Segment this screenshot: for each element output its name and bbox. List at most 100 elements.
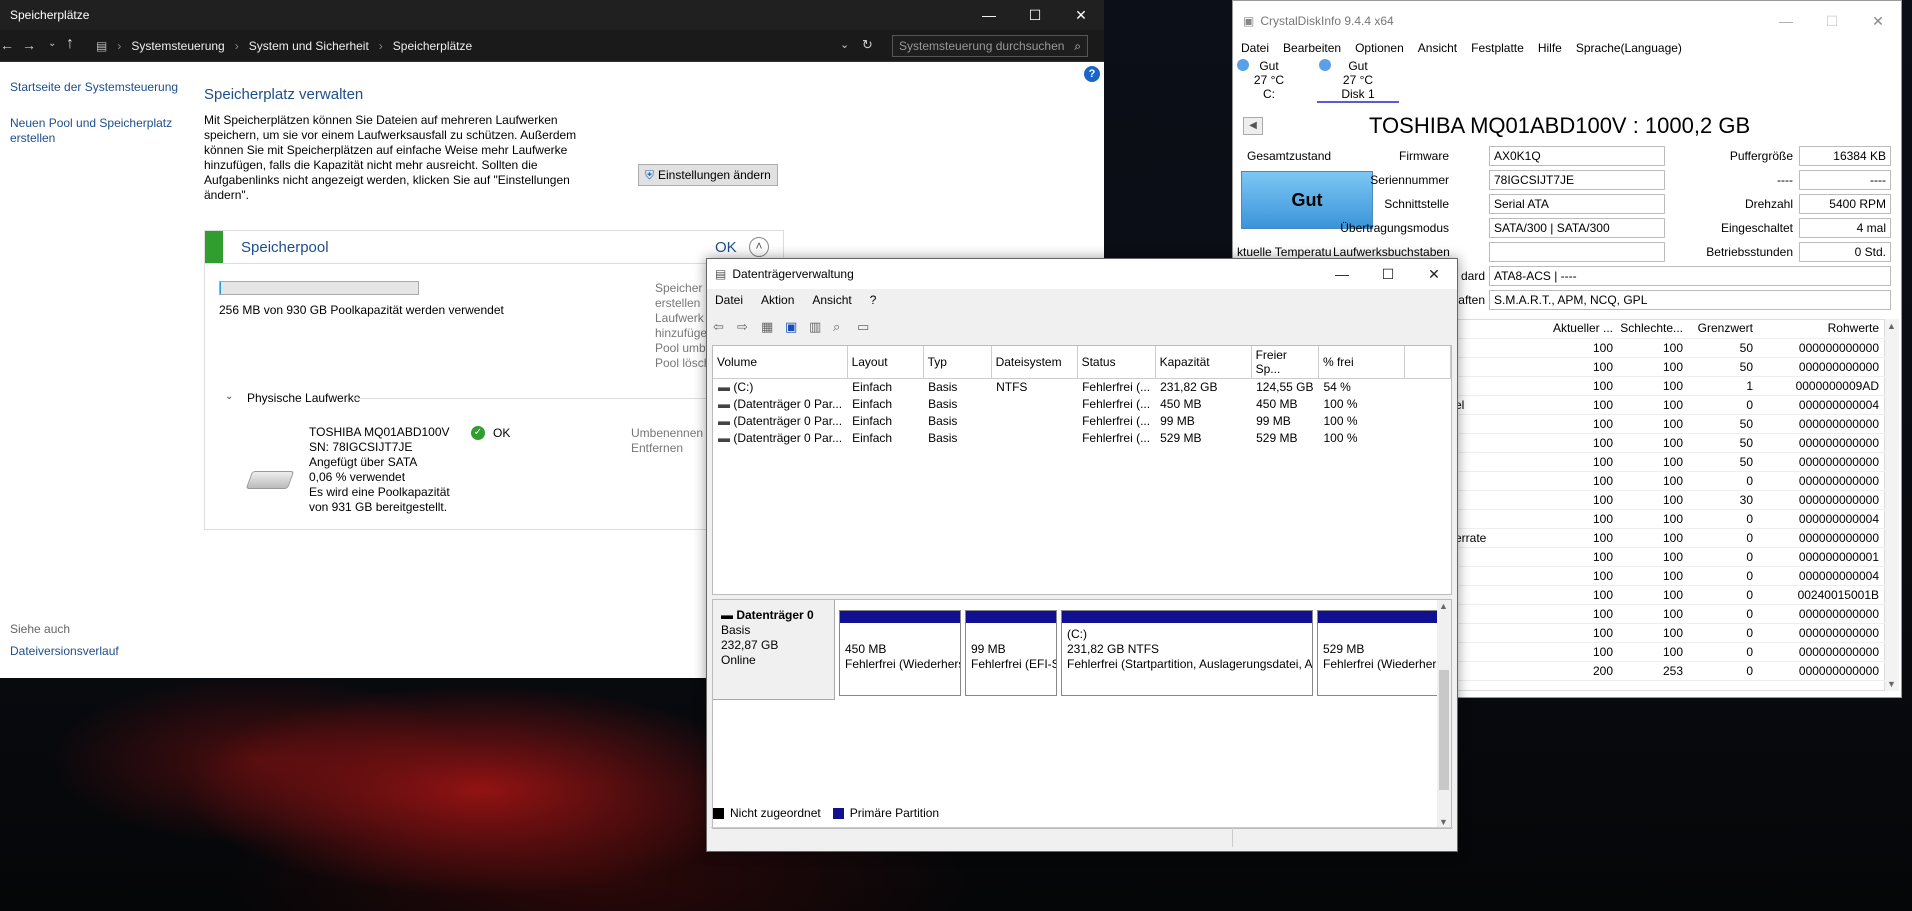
- chevron-down-icon[interactable]: ⌄: [840, 38, 849, 51]
- col-free[interactable]: Freier Sp...: [1251, 346, 1319, 379]
- back-arrow-icon[interactable]: ←: [0, 37, 14, 53]
- smart-row[interactable]: 100 100 50 000000000000: [1455, 357, 1885, 377]
- smart-scrollbar[interactable]: ▲ ▼: [1885, 319, 1899, 691]
- smart-col-threshold[interactable]: Grenzwert: [1689, 319, 1759, 339]
- up-arrow-icon[interactable]: ↑: [66, 35, 74, 53]
- forward-arrow-icon[interactable]: ⇨: [737, 319, 755, 335]
- smart-row[interactable]: el 100 100 0 000000000004: [1455, 395, 1885, 415]
- menu-datei[interactable]: Datei: [1241, 41, 1269, 55]
- breadcrumb-system-sicherheit[interactable]: System und Sicherheit: [249, 39, 369, 53]
- maximize-button[interactable]: ☐: [1809, 1, 1855, 41]
- minimize-button[interactable]: —: [1763, 1, 1809, 41]
- smart-col-name[interactable]: [1455, 319, 1547, 339]
- col-filesystem[interactable]: Dateisystem: [991, 346, 1078, 379]
- breadcrumb-speicherplaetze[interactable]: Speicherplätze: [393, 39, 472, 53]
- smart-row[interactable]: 100 100 0 00240015001B: [1455, 585, 1885, 605]
- help-icon[interactable]: ▣: [785, 319, 803, 335]
- smart-row[interactable]: 100 100 1 0000000009AD: [1455, 376, 1885, 396]
- col-capacity[interactable]: Kapazität: [1155, 346, 1252, 379]
- nav-link-new-pool[interactable]: Neuen Pool und Speicherplatz erstellen: [10, 116, 190, 146]
- col-layout[interactable]: Layout: [847, 346, 924, 379]
- minimize-button[interactable]: —: [966, 0, 1012, 30]
- smart-row[interactable]: 100 100 0 000000000000: [1455, 471, 1885, 491]
- minimize-button[interactable]: —: [1319, 259, 1365, 289]
- prev-disk-button[interactable]: ◀: [1243, 117, 1263, 135]
- smart-row[interactable]: 100 100 0 000000000004: [1455, 566, 1885, 586]
- settings-icon[interactable]: ▭: [857, 319, 875, 335]
- breadcrumb-systemsteuerung[interactable]: Systemsteuerung: [131, 39, 224, 53]
- close-button[interactable]: ✕: [1855, 1, 1901, 41]
- volume-row[interactable]: ▬ (C:) Einfach Basis NTFS Fehlerfrei (... 231…: [713, 379, 1451, 396]
- nav-link-home[interactable]: Startseite der Systemsteuerung: [10, 80, 190, 94]
- smart-row[interactable]: 100 100 50 000000000000: [1455, 338, 1885, 358]
- col-percent-free[interactable]: % frei: [1318, 346, 1405, 379]
- list-view-icon[interactable]: ▦: [761, 319, 779, 335]
- disk-management-titlebar[interactable]: ▤ Datenträgerverwaltung — ☐ ✕: [707, 259, 1457, 289]
- scroll-down-icon[interactable]: ▼: [1887, 679, 1896, 689]
- menu-ansicht[interactable]: Ansicht: [812, 293, 851, 307]
- partition-recovery-1[interactable]: 450 MB Fehlerfrei (Wiederherstellungspar…: [839, 610, 961, 696]
- menu-help[interactable]: ?: [870, 293, 877, 307]
- rescan-icon[interactable]: ⌕: [833, 319, 851, 335]
- close-button[interactable]: ✕: [1411, 259, 1457, 289]
- smart-row[interactable]: 200 253 0 000000000000: [1455, 661, 1885, 681]
- partition-efi[interactable]: 99 MB Fehlerfrei (EFI-Systempartition): [965, 610, 1057, 696]
- crystaldiskinfo-titlebar[interactable]: ▣ CrystalDiskInfo 9.4.4 x64 — ☐ ✕: [1233, 1, 1901, 41]
- menu-hilfe[interactable]: Hilfe: [1538, 41, 1562, 55]
- maximize-button[interactable]: ☐: [1012, 0, 1058, 30]
- scroll-up-icon[interactable]: ▲: [1439, 601, 1448, 611]
- smart-col-current[interactable]: Aktueller ...: [1547, 319, 1619, 339]
- maximize-button[interactable]: ☐: [1365, 259, 1411, 289]
- close-button[interactable]: ✕: [1058, 0, 1104, 30]
- col-status[interactable]: Status: [1077, 346, 1156, 379]
- volume-row[interactable]: ▬ (Datenträger 0 Par... Einfach Basis Fehle…: [713, 413, 1451, 430]
- smart-row[interactable]: 100 100 50 000000000000: [1455, 452, 1885, 472]
- partition-c[interactable]: (C:) 231,82 GB NTFS Fehlerfrei (Startpar…: [1061, 610, 1313, 696]
- menu-ansicht[interactable]: Ansicht: [1418, 41, 1457, 55]
- menu-datei[interactable]: Datei: [715, 293, 743, 307]
- menu-festplatte[interactable]: Festplatte: [1471, 41, 1524, 55]
- disk-tab-disk1[interactable]: Gut 27 °C Disk 1: [1317, 59, 1399, 103]
- col-volume[interactable]: Volume: [713, 346, 848, 379]
- smart-col-raw[interactable]: Rohwerte: [1759, 319, 1885, 339]
- partition-recovery-2[interactable]: 529 MB Fehlerfrei (Wiederherstellungspar…: [1317, 610, 1443, 696]
- storage-spaces-titlebar[interactable]: Speicherplätze — ☐ ✕: [0, 0, 1104, 30]
- scroll-up-icon[interactable]: ▲: [1887, 321, 1896, 331]
- help-icon[interactable]: ?: [1084, 66, 1100, 82]
- smart-row[interactable]: 100 100 0 000000000004: [1455, 509, 1885, 529]
- smart-row[interactable]: 100 100 0 000000000000: [1455, 623, 1885, 643]
- file-history-link[interactable]: Dateiversionsverlauf: [10, 644, 119, 658]
- forward-arrow-icon[interactable]: →: [22, 37, 36, 53]
- smart-row[interactable]: 100 100 50 000000000000: [1455, 433, 1885, 453]
- refresh-icon[interactable]: ↻: [862, 37, 873, 53]
- smart-row[interactable]: 100 100 50 000000000000: [1455, 414, 1885, 434]
- menu-aktion[interactable]: Aktion: [761, 293, 794, 307]
- smart-col-worst[interactable]: Schlechte...: [1619, 319, 1689, 339]
- menu-bearbeiten[interactable]: Bearbeiten: [1283, 41, 1341, 55]
- menu-sprache[interactable]: Sprache(Language): [1576, 41, 1682, 55]
- chevron-down-icon[interactable]: ⌄: [225, 391, 233, 402]
- menu-optionen[interactable]: Optionen: [1355, 41, 1404, 55]
- remove-link[interactable]: Entfernen: [631, 441, 683, 455]
- volume-row[interactable]: ▬ (Datenträger 0 Par... Einfach Basis Fehle…: [713, 396, 1451, 413]
- col-type[interactable]: Typ: [923, 346, 992, 379]
- rename-link[interactable]: Umbenennen: [631, 426, 703, 440]
- volume-row[interactable]: ▬ (Datenträger 0 Par... Einfach Basis Fehle…: [713, 430, 1451, 447]
- search-icon[interactable]: ⌕: [1074, 39, 1081, 54]
- change-settings-button[interactable]: ⛨ Einstellungen ändern: [638, 164, 778, 186]
- disk-view-scrollbar[interactable]: ▲ ▼: [1437, 600, 1451, 828]
- smart-row[interactable]: 100 100 0 000000000000: [1455, 604, 1885, 624]
- scroll-thumb[interactable]: [1439, 670, 1449, 790]
- search-input[interactable]: Systemsteuerung durchsuchen ⌕: [892, 35, 1088, 57]
- smart-row[interactable]: errate 100 100 0 000000000000: [1455, 528, 1885, 548]
- scroll-down-icon[interactable]: ▼: [1439, 817, 1448, 827]
- smart-row[interactable]: 100 100 0 000000000000: [1455, 642, 1885, 662]
- smart-row[interactable]: 100 100 0 000000000001: [1455, 547, 1885, 567]
- properties-icon[interactable]: ▥: [809, 319, 827, 335]
- disk-label-box[interactable]: ▬ Datenträger 0 Basis 232,87 GB Online: [713, 600, 835, 700]
- back-arrow-icon[interactable]: ⇦: [713, 319, 731, 335]
- collapse-chevron-icon[interactable]: ˄: [749, 237, 769, 257]
- chevron-down-icon[interactable]: ⌄: [48, 38, 56, 49]
- smart-row[interactable]: 100 100 30 000000000000: [1455, 490, 1885, 510]
- disk-tab-c[interactable]: Gut 27 °C C:: [1237, 59, 1299, 101]
